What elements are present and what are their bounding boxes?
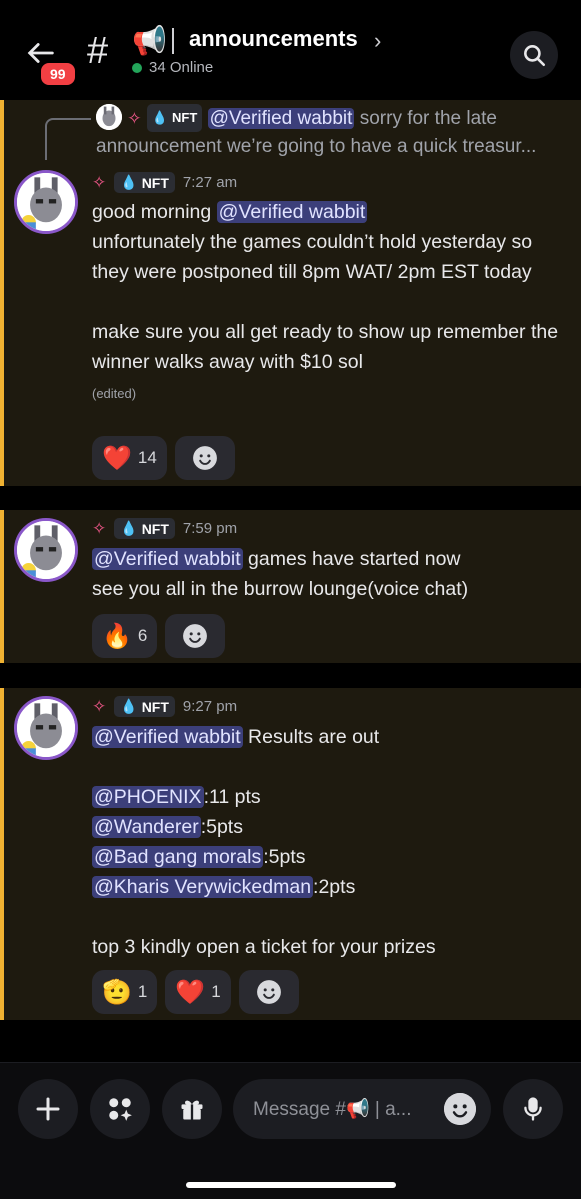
result-row: @Kharis Verywickedman:2pts bbox=[92, 876, 356, 898]
microphone-icon bbox=[524, 1097, 542, 1121]
nft-tag: 💧 NFT bbox=[114, 518, 175, 539]
mention[interactable]: @Verified wabbit bbox=[92, 548, 243, 570]
home-indicator[interactable] bbox=[186, 1182, 396, 1188]
message-body: good morning @Verified wabbit unfortunat… bbox=[92, 201, 559, 401]
reactions: 🫡 1 ❤️ 1 bbox=[92, 970, 299, 1014]
apps-icon bbox=[109, 1098, 132, 1121]
sparkle-icon: ✧ bbox=[127, 109, 142, 128]
result-row: @PHOENIX:11 pts bbox=[92, 786, 261, 808]
online-status-dot bbox=[132, 63, 142, 73]
megaphone-icon: 📢 bbox=[132, 25, 167, 56]
rabbit-avatar-icon bbox=[17, 173, 75, 231]
timestamp: 7:59 pm bbox=[182, 520, 238, 537]
reaction-heart[interactable]: ❤️ 1 bbox=[165, 970, 231, 1014]
add-reaction-button[interactable] bbox=[165, 614, 226, 658]
mention[interactable]: @Kharis Verywickedman bbox=[92, 876, 314, 898]
salute-icon: 🫡 bbox=[102, 978, 132, 1006]
droplet-icon: 💧 bbox=[120, 520, 138, 536]
apps-button[interactable] bbox=[90, 1079, 150, 1139]
reply-connector bbox=[45, 118, 91, 160]
sparkle-icon: ✧ bbox=[92, 696, 107, 716]
avatar[interactable] bbox=[14, 518, 78, 582]
heart-icon: ❤️ bbox=[102, 444, 132, 472]
heart-icon: ❤️ bbox=[175, 978, 206, 1006]
rabbit-avatar-icon bbox=[17, 521, 75, 579]
sparkle-icon: ✧ bbox=[92, 518, 107, 538]
nft-tag: 💧 NFT bbox=[114, 696, 175, 717]
mention[interactable]: @Verified wabbit bbox=[207, 108, 355, 129]
channel-title[interactable]: announcements bbox=[189, 26, 358, 52]
reaction-fire[interactable]: 🔥 6 bbox=[92, 614, 158, 658]
channel-header: 99 # 📢 announcements › 34 Online bbox=[0, 0, 581, 96]
emoji-button[interactable] bbox=[444, 1093, 476, 1125]
message-footer: top 3 kindly open a ticket for your priz… bbox=[92, 936, 436, 958]
mention[interactable]: @Verified wabbit bbox=[216, 201, 368, 223]
avatar[interactable] bbox=[14, 696, 78, 760]
search-button[interactable] bbox=[510, 31, 558, 79]
plus-icon bbox=[36, 1097, 60, 1121]
online-count: 34 Online bbox=[149, 59, 214, 76]
message-meta: ✧ 💧 NFT 7:27 am bbox=[92, 172, 237, 193]
mention[interactable]: @Verified wabbit bbox=[92, 726, 243, 748]
timestamp: 7:27 am bbox=[182, 174, 238, 191]
chevron-right-icon[interactable]: › bbox=[374, 28, 381, 54]
droplet-icon: 💧 bbox=[151, 110, 168, 125]
message-body: @Verified wabbit games have started now … bbox=[92, 548, 469, 600]
reactions: ❤️ 14 bbox=[92, 436, 235, 480]
smiley-icon bbox=[444, 1093, 476, 1125]
droplet-icon: 💧 bbox=[120, 174, 138, 190]
mention[interactable]: @Wanderer bbox=[92, 816, 201, 838]
sparkle-icon: ✧ bbox=[92, 172, 107, 192]
mention[interactable]: @Bad gang morals bbox=[92, 846, 264, 868]
reactions: 🔥 6 bbox=[92, 614, 226, 658]
reply-avatar bbox=[96, 104, 122, 130]
composer-bar: Message #📢 | a... bbox=[0, 1062, 581, 1199]
search-icon bbox=[524, 45, 546, 67]
reply-preview[interactable]: ✧ 💧 NFT @Verified wabbit sorry for the la… bbox=[96, 104, 566, 161]
gift-button[interactable] bbox=[162, 1079, 222, 1139]
result-row: @Bad gang morals:5pts bbox=[92, 846, 306, 868]
mention[interactable]: @PHOENIX bbox=[92, 786, 204, 808]
edited-label: (edited) bbox=[92, 386, 137, 401]
unread-badge: 99 bbox=[38, 60, 78, 88]
hash-icon: # bbox=[87, 30, 109, 72]
timestamp: 9:27 pm bbox=[182, 698, 238, 715]
smiley-add-icon bbox=[192, 446, 217, 470]
fire-icon: 🔥 bbox=[102, 622, 132, 650]
message-body: @Verified wabbit Results are out @PHOENI… bbox=[92, 722, 572, 962]
message-placeholder: Message #📢 | a... bbox=[253, 1099, 412, 1120]
avatar[interactable] bbox=[14, 170, 78, 234]
gift-icon bbox=[181, 1100, 203, 1120]
reaction-salute[interactable]: 🫡 1 bbox=[92, 970, 158, 1014]
smiley-add-icon bbox=[256, 980, 281, 1004]
nft-tag: 💧 NFT bbox=[146, 104, 203, 132]
reaction-heart[interactable]: ❤️ 14 bbox=[92, 436, 167, 480]
add-reaction-button[interactable] bbox=[174, 436, 235, 480]
message-meta: ✧ 💧 NFT 9:27 pm bbox=[92, 696, 237, 717]
voice-message-button[interactable] bbox=[503, 1079, 563, 1139]
rabbit-avatar-icon bbox=[17, 699, 75, 757]
message-meta: ✧ 💧 NFT 7:59 pm bbox=[92, 518, 237, 539]
title-divider bbox=[172, 28, 174, 54]
add-attachment-button[interactable] bbox=[18, 1079, 78, 1139]
droplet-icon: 💧 bbox=[120, 698, 138, 714]
nft-tag: 💧 NFT bbox=[114, 172, 175, 193]
add-reaction-button[interactable] bbox=[238, 970, 299, 1014]
smiley-add-icon bbox=[183, 624, 208, 648]
result-row: @Wanderer:5pts bbox=[92, 816, 243, 838]
